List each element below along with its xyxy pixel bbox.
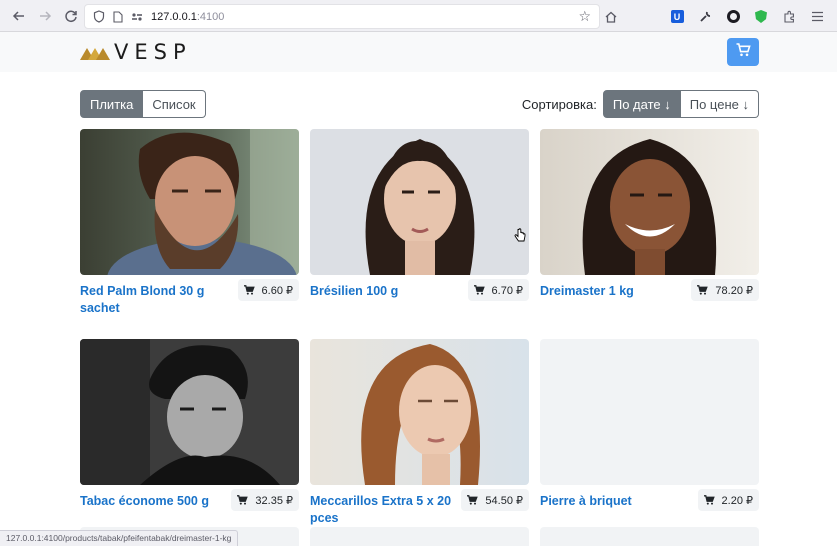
cart-button[interactable] bbox=[727, 38, 759, 66]
cart-icon bbox=[467, 495, 479, 505]
product-price: 32.35 ₽ bbox=[255, 494, 293, 507]
product-card: Tabac économe 500 g 32.35 ₽ bbox=[80, 339, 299, 537]
browser-toolbar: 127.0.0.1:4100 ☆ U bbox=[0, 0, 837, 32]
home-icon[interactable] bbox=[598, 4, 624, 29]
sort-controls: Сортировка: По дате ↓ По цене ↓ bbox=[522, 90, 759, 118]
product-image[interactable] bbox=[80, 339, 299, 485]
product-grid: Red Palm Blond 30 g sachet 6.60 ₽ Brésil… bbox=[80, 129, 759, 537]
back-arrow-icon[interactable] bbox=[6, 3, 32, 29]
product-card: Brésilien 100 g 6.70 ₽ bbox=[310, 129, 529, 327]
product-image[interactable] bbox=[310, 339, 529, 485]
site-header: VESP bbox=[0, 32, 837, 72]
status-bar-link: 127.0.0.1:4100/products/tabak/pfeifentab… bbox=[0, 530, 239, 546]
sort-by-price-button[interactable]: По цене ↓ bbox=[680, 90, 759, 118]
product-name-link[interactable]: Brésilien 100 g bbox=[310, 283, 398, 300]
product-image-placeholder[interactable] bbox=[540, 339, 759, 485]
add-to-cart-button[interactable]: 6.70 ₽ bbox=[467, 279, 529, 301]
url-bar[interactable]: 127.0.0.1:4100 ☆ bbox=[84, 4, 600, 29]
product-card: Pierre à briquet 2.20 ₽ bbox=[540, 339, 759, 537]
product-card: Dreimaster 1 kg 78.20 ₽ bbox=[540, 129, 759, 327]
product-price: 54.50 ₽ bbox=[485, 494, 523, 507]
product-price: 2.20 ₽ bbox=[721, 494, 753, 507]
cart-icon bbox=[703, 495, 715, 505]
url-host: 127.0.0.1 bbox=[151, 10, 197, 23]
product-image[interactable] bbox=[540, 129, 759, 275]
extensions-area: U bbox=[665, 4, 829, 29]
view-toggle: Плитка Список bbox=[80, 90, 206, 118]
sort-toggle: По дате ↓ По цене ↓ bbox=[602, 90, 759, 118]
sort-by-date-button[interactable]: По дате ↓ bbox=[602, 90, 681, 118]
forward-arrow-icon[interactable] bbox=[32, 3, 58, 29]
product-card: Red Palm Blond 30 g sachet 6.60 ₽ bbox=[80, 129, 299, 327]
product-image[interactable] bbox=[80, 129, 299, 275]
bookmark-star-icon[interactable]: ☆ bbox=[578, 8, 591, 25]
product-name-link[interactable]: Dreimaster 1 kg bbox=[540, 283, 634, 300]
bitwarden-icon[interactable]: U bbox=[665, 5, 689, 29]
add-to-cart-button[interactable]: 6.60 ₽ bbox=[237, 279, 299, 301]
product-image[interactable] bbox=[310, 129, 529, 275]
cart-icon bbox=[237, 495, 249, 505]
cart-icon bbox=[697, 285, 709, 295]
product-name-link[interactable]: Pierre à briquet bbox=[540, 493, 632, 510]
url-port: :4100 bbox=[196, 10, 225, 23]
privacy-shield-icon[interactable] bbox=[749, 5, 773, 29]
product-image-partial[interactable] bbox=[540, 527, 759, 546]
reload-icon[interactable] bbox=[58, 3, 84, 29]
shield-icon[interactable] bbox=[93, 10, 105, 23]
hand-cursor-icon bbox=[514, 228, 526, 242]
view-list-button[interactable]: Список bbox=[143, 90, 206, 118]
product-image-partial[interactable] bbox=[310, 527, 529, 546]
cart-icon bbox=[243, 285, 255, 295]
product-card: Meccarillos Extra 5 x 20 pces 54.50 ₽ bbox=[310, 339, 529, 537]
product-price: 6.70 ₽ bbox=[491, 284, 523, 297]
cart-icon bbox=[736, 42, 751, 62]
site-logo[interactable]: VESP bbox=[80, 42, 192, 63]
add-to-cart-button[interactable]: 32.35 ₽ bbox=[231, 489, 299, 511]
product-name-link[interactable]: Red Palm Blond 30 g sachet bbox=[80, 283, 225, 317]
logo-mark-icon bbox=[80, 45, 110, 61]
connection-icon[interactable] bbox=[131, 12, 143, 22]
sort-label: Сортировка: bbox=[521, 96, 597, 112]
cart-icon bbox=[473, 285, 485, 295]
extension-ring-icon[interactable] bbox=[721, 5, 745, 29]
product-name-link[interactable]: Tabac économe 500 g bbox=[80, 493, 209, 510]
catalog-toolbar: Плитка Список Сортировка: По дате ↓ По ц… bbox=[80, 90, 759, 118]
product-price: 6.60 ₽ bbox=[261, 284, 293, 297]
product-price: 78.20 ₽ bbox=[715, 284, 753, 297]
add-to-cart-button[interactable]: 54.50 ₽ bbox=[461, 489, 529, 511]
add-to-cart-button[interactable]: 2.20 ₽ bbox=[697, 489, 759, 511]
add-to-cart-button[interactable]: 78.20 ₽ bbox=[691, 279, 759, 301]
wrench-icon[interactable] bbox=[693, 5, 717, 29]
menu-icon[interactable] bbox=[805, 5, 829, 29]
puzzle-icon[interactable] bbox=[777, 5, 801, 29]
logo-text: VESP bbox=[114, 40, 192, 64]
view-tile-button[interactable]: Плитка bbox=[80, 90, 144, 118]
product-name-link[interactable]: Meccarillos Extra 5 x 20 pces bbox=[310, 493, 455, 527]
page-icon[interactable] bbox=[113, 10, 123, 23]
